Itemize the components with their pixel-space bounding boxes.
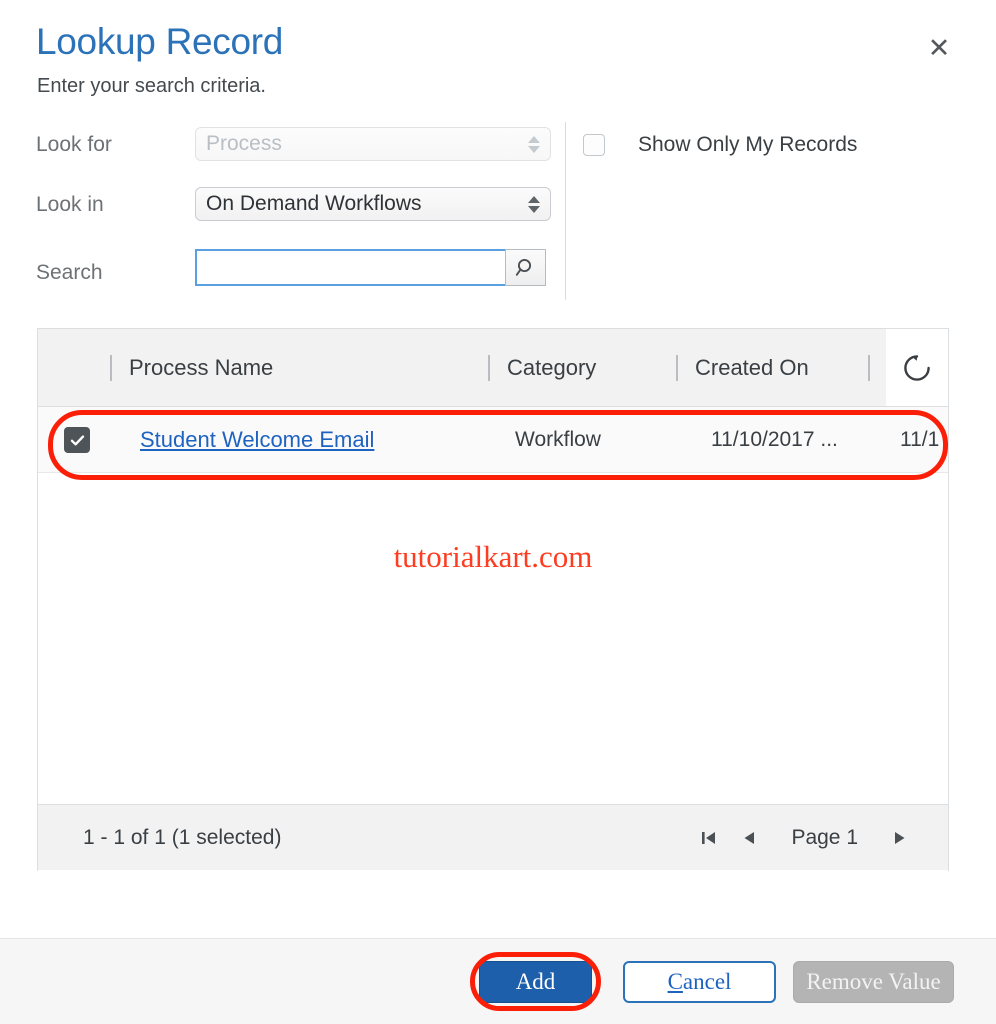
record-count-label: 1 - 1 of 1 (1 selected) xyxy=(83,825,282,849)
row-select-checkbox[interactable] xyxy=(64,427,90,453)
cancel-label-rest: ancel xyxy=(682,969,732,994)
column-divider-icon xyxy=(110,355,112,381)
chevron-updown-icon xyxy=(527,135,540,153)
look-in-select[interactable]: On Demand Workflows xyxy=(195,187,551,221)
add-button[interactable]: Add xyxy=(479,961,592,1003)
results-grid: Process Name Category Created On Student… xyxy=(37,328,949,871)
look-for-label: Look for xyxy=(36,133,112,156)
dialog-subtitle: Enter your search criteria. xyxy=(37,75,266,97)
look-for-value: Process xyxy=(206,132,282,155)
column-header-label: Created On xyxy=(695,355,809,380)
column-header-label: Process Name xyxy=(129,355,274,380)
column-header-category[interactable]: Category xyxy=(488,329,596,407)
previous-page-icon[interactable] xyxy=(729,818,769,858)
search-field-group xyxy=(195,249,546,286)
search-icon[interactable] xyxy=(505,249,546,286)
look-in-label: Look in xyxy=(36,193,104,216)
search-label: Search xyxy=(36,261,103,284)
page-title: Lookup Record xyxy=(36,21,284,62)
cell-created-on-overflow: 11/1 xyxy=(900,427,940,451)
refresh-icon[interactable] xyxy=(886,329,948,406)
cancel-accesskey: C xyxy=(667,969,683,994)
dialog-footer: Add Cancel Remove Value xyxy=(0,938,996,1024)
search-input[interactable] xyxy=(195,249,505,286)
remove-value-button: Remove Value xyxy=(793,961,954,1003)
page-number-label: Page 1 xyxy=(791,825,858,849)
look-for-select[interactable]: Process xyxy=(195,127,551,161)
column-divider-icon xyxy=(676,355,678,381)
cell-created-on: 11/10/2017 ... xyxy=(711,427,838,451)
next-page-icon[interactable] xyxy=(880,818,920,858)
first-page-icon[interactable] xyxy=(689,818,729,858)
show-only-my-records-checkbox[interactable] xyxy=(583,134,605,156)
table-row[interactable]: Student Welcome Email Workflow 11/10/201… xyxy=(38,407,948,473)
vertical-divider xyxy=(565,122,566,300)
show-only-my-records-label: Show Only My Records xyxy=(638,133,858,156)
checked-checkbox-icon[interactable] xyxy=(64,427,90,453)
grid-footer: 1 - 1 of 1 (1 selected) Page 1 xyxy=(38,804,948,870)
pagination: Page 1 xyxy=(689,818,920,858)
column-divider-icon xyxy=(868,355,870,381)
process-name-link[interactable]: Student Welcome Email xyxy=(140,427,374,452)
column-divider-trailing xyxy=(868,329,887,407)
grid-header: Process Name Category Created On xyxy=(38,329,948,407)
lookup-record-dialog: Lookup Record Enter your search criteria… xyxy=(0,0,996,1024)
watermark: tutorialkart.com xyxy=(393,539,593,574)
look-in-value: On Demand Workflows xyxy=(206,192,422,215)
show-only-my-records-row[interactable]: Show Only My Records xyxy=(583,133,857,157)
column-divider-icon xyxy=(488,355,490,381)
column-header-label: Category xyxy=(507,355,597,380)
close-icon[interactable]: ✕ xyxy=(924,33,954,63)
cell-category: Workflow xyxy=(515,427,601,451)
chevron-updown-icon xyxy=(527,195,540,213)
cancel-button[interactable]: Cancel xyxy=(623,961,776,1003)
column-header-created-on[interactable]: Created On xyxy=(676,329,809,407)
column-header-process-name[interactable]: Process Name xyxy=(110,329,273,407)
